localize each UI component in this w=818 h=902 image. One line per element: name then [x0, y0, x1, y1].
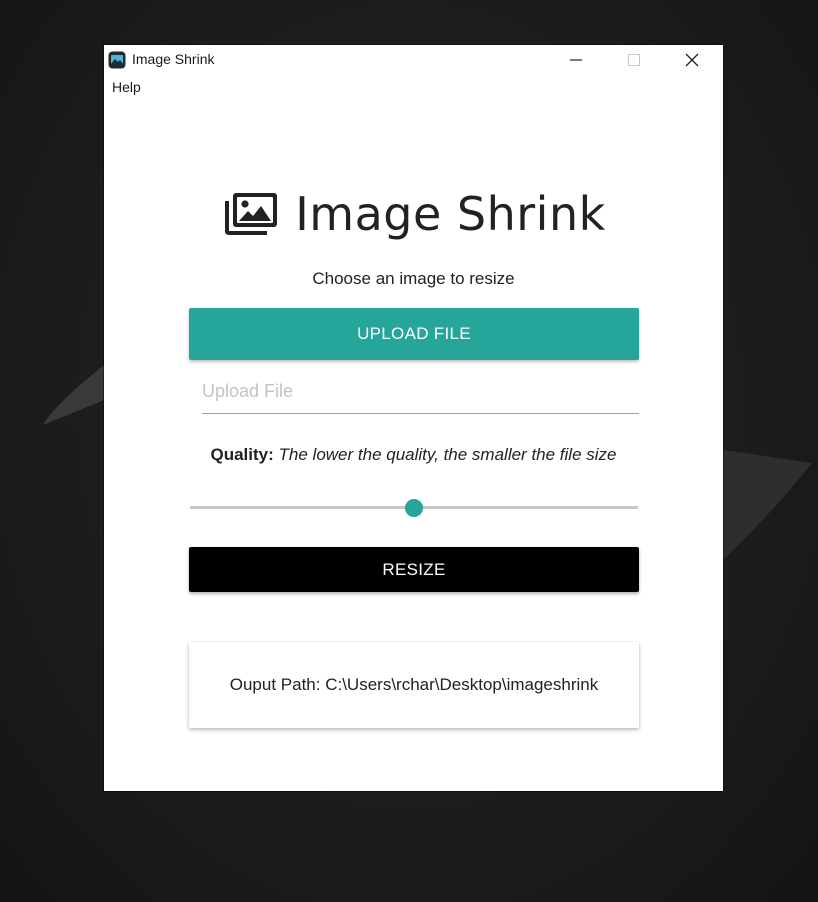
- app-window: Image Shrink Help Image Shrink Choose an…: [104, 45, 723, 791]
- minimize-icon: [570, 59, 582, 61]
- subtitle: Choose an image to resize: [312, 269, 515, 288]
- file-path-field: [202, 373, 639, 414]
- close-button[interactable]: [669, 45, 715, 75]
- close-icon: [685, 53, 699, 67]
- quality-hint: The lower the quality, the smaller the f…: [278, 445, 617, 464]
- page-heading: Image Shrink: [104, 187, 723, 241]
- quality-slider[interactable]: [190, 499, 638, 517]
- window-title: Image Shrink: [132, 51, 215, 67]
- app-icon: [108, 51, 126, 69]
- output-path-card: Ouput Path: C:\Users\rchar\Desktop\image…: [189, 642, 639, 728]
- file-path-input[interactable]: [202, 373, 639, 409]
- maximize-button[interactable]: [611, 45, 657, 75]
- output-path-text: Ouput Path: C:\Users\rchar\Desktop\image…: [229, 675, 599, 694]
- quality-description: Quality: The lower the quality, the smal…: [104, 445, 723, 465]
- maximize-icon: [628, 54, 640, 66]
- app-heading: Image Shrink: [295, 187, 606, 241]
- quality-label: Quality:: [210, 445, 274, 464]
- title-bar[interactable]: Image Shrink: [104, 45, 723, 75]
- minimize-button[interactable]: [553, 45, 599, 75]
- menu-item-help[interactable]: Help: [112, 79, 141, 95]
- quality-slider-thumb[interactable]: [405, 499, 423, 517]
- resize-button[interactable]: RESIZE: [189, 547, 639, 592]
- upload-file-button[interactable]: UPLOAD FILE: [189, 308, 639, 360]
- images-icon: [225, 193, 278, 235]
